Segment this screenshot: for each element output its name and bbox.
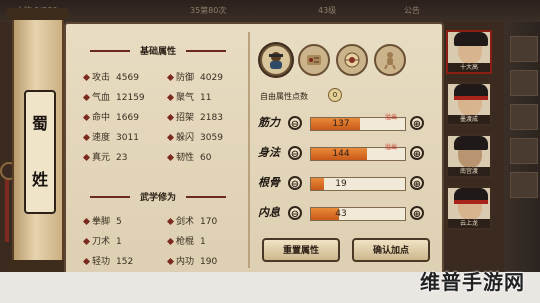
plus-button[interactable]: ⊕ [410, 146, 424, 160]
alloc-bar: 43 [310, 207, 406, 221]
free-points-value: 0 [328, 88, 342, 102]
alloc-value: 144 [332, 149, 350, 159]
free-points-label: 自由属性点数 [260, 92, 308, 101]
warrior-tab-icon[interactable] [260, 44, 292, 76]
stat-hit: 命中 1669 [82, 110, 139, 123]
stats-column: 基础属性 攻击 4569 气血 12159 命中 1669 速度 3011 真元 23 防… [72, 30, 244, 270]
alloc-label: 内息 [258, 206, 280, 219]
alloc-label: 身法 [258, 146, 280, 159]
minus-button[interactable]: ⊖ [288, 206, 302, 220]
name-plate: 蜀 姓 [24, 90, 56, 214]
overflow-tag: 溢出 [385, 114, 398, 121]
scroll-tassel [0, 162, 18, 242]
alloc-value: 137 [332, 119, 350, 129]
stat-dodge: 躲闪 3059 [166, 130, 223, 143]
top-status-bar: 人物 1/280 35第80次 43级 公告 [0, 0, 540, 22]
confirm-points-button[interactable]: 确认加点 [352, 238, 430, 262]
plus-button[interactable]: ⊕ [410, 206, 424, 220]
alloc-value: 43 [335, 209, 347, 219]
martial-spear: 枪棍 1 [166, 234, 206, 247]
alloc-label: 根骨 [258, 176, 280, 189]
scroll-char-1: 蜀 [31, 114, 48, 133]
name-scroll: 蜀 姓 [6, 8, 70, 272]
stat-parry: 招架 2183 [166, 110, 223, 123]
scroll-tab-icon[interactable] [298, 44, 330, 76]
martial-title: 武学修为 [72, 190, 244, 204]
alloc-bar: 137 溢出 [310, 114, 406, 131]
hero-name: 云上龙 [448, 219, 490, 228]
figure-tab-icon[interactable] [374, 44, 406, 76]
site-watermark: 维普手游网 [420, 270, 525, 294]
alloc-bar: 144 溢出 [310, 144, 406, 161]
panel-divider [248, 32, 250, 268]
scroll-char-2: 姓 [31, 170, 48, 189]
martial-sword: 剑术 170 [166, 214, 217, 227]
stat-toughness: 韧性 60 [166, 150, 211, 163]
overflow-tag: 溢出 [385, 144, 398, 151]
plus-button[interactable]: ⊕ [410, 176, 424, 190]
stat-defense: 防御 4029 [166, 70, 223, 83]
reset-attrs-button[interactable]: 重置属性 [262, 238, 340, 262]
hero-name: 十大高 [448, 63, 490, 72]
stat-speed: 速度 3011 [82, 130, 139, 143]
meridian-tab-icon[interactable] [336, 44, 368, 76]
attribute-panel: 基础属性 攻击 4569 气血 12159 命中 1669 速度 3011 真元 23 防… [64, 22, 444, 282]
martial-blade: 刀术 1 [82, 234, 122, 247]
alloc-row-strength: 筋力 ⊖ 137 溢出 ⊕ [258, 112, 434, 136]
martial-fist: 拳脚 5 [82, 214, 122, 227]
hero-name: 墨渡成 [448, 115, 490, 124]
stat-zhenyuan: 真元 23 [82, 150, 127, 163]
minus-button[interactable]: ⊖ [288, 146, 302, 160]
hero-card[interactable]: 南宫渡 [446, 134, 492, 178]
hero-card[interactable]: 墨渡成 [446, 82, 492, 126]
topbar-mid-text: 43级 [318, 6, 337, 15]
alloc-row-breath: 内息 ⊖ 43 ⊕ [258, 202, 434, 226]
stat-hp: 气血 12159 [82, 90, 145, 103]
minus-button[interactable]: ⊖ [288, 176, 302, 190]
hero-name: 南宫渡 [448, 167, 490, 176]
stat-attack: 攻击 4569 [82, 70, 139, 83]
alloc-label: 筋力 [258, 116, 280, 129]
stat-juqi: 聚气 11 [166, 90, 211, 103]
alloc-row-agility: 身法 ⊖ 144 溢出 ⊕ [258, 142, 434, 166]
hero-card[interactable]: 云上龙 [446, 186, 492, 230]
topbar-center-text: 35第80次 [190, 6, 227, 15]
alloc-row-constitution: 根骨 ⊖ 19 ⊕ [258, 172, 434, 196]
martial-qinggong: 轻功 152 [82, 254, 133, 267]
base-attrs-title: 基础属性 [72, 44, 244, 58]
martial-neigong: 内功 190 [166, 254, 217, 267]
background-side-menu [504, 22, 540, 272]
alloc-bar: 19 [310, 177, 406, 191]
plus-button[interactable]: ⊕ [410, 116, 424, 130]
topbar-notice[interactable]: 公告 [404, 5, 420, 16]
minus-button[interactable]: ⊖ [288, 116, 302, 130]
alloc-value: 19 [335, 179, 347, 189]
hero-card[interactable]: 十大高 [446, 30, 492, 74]
